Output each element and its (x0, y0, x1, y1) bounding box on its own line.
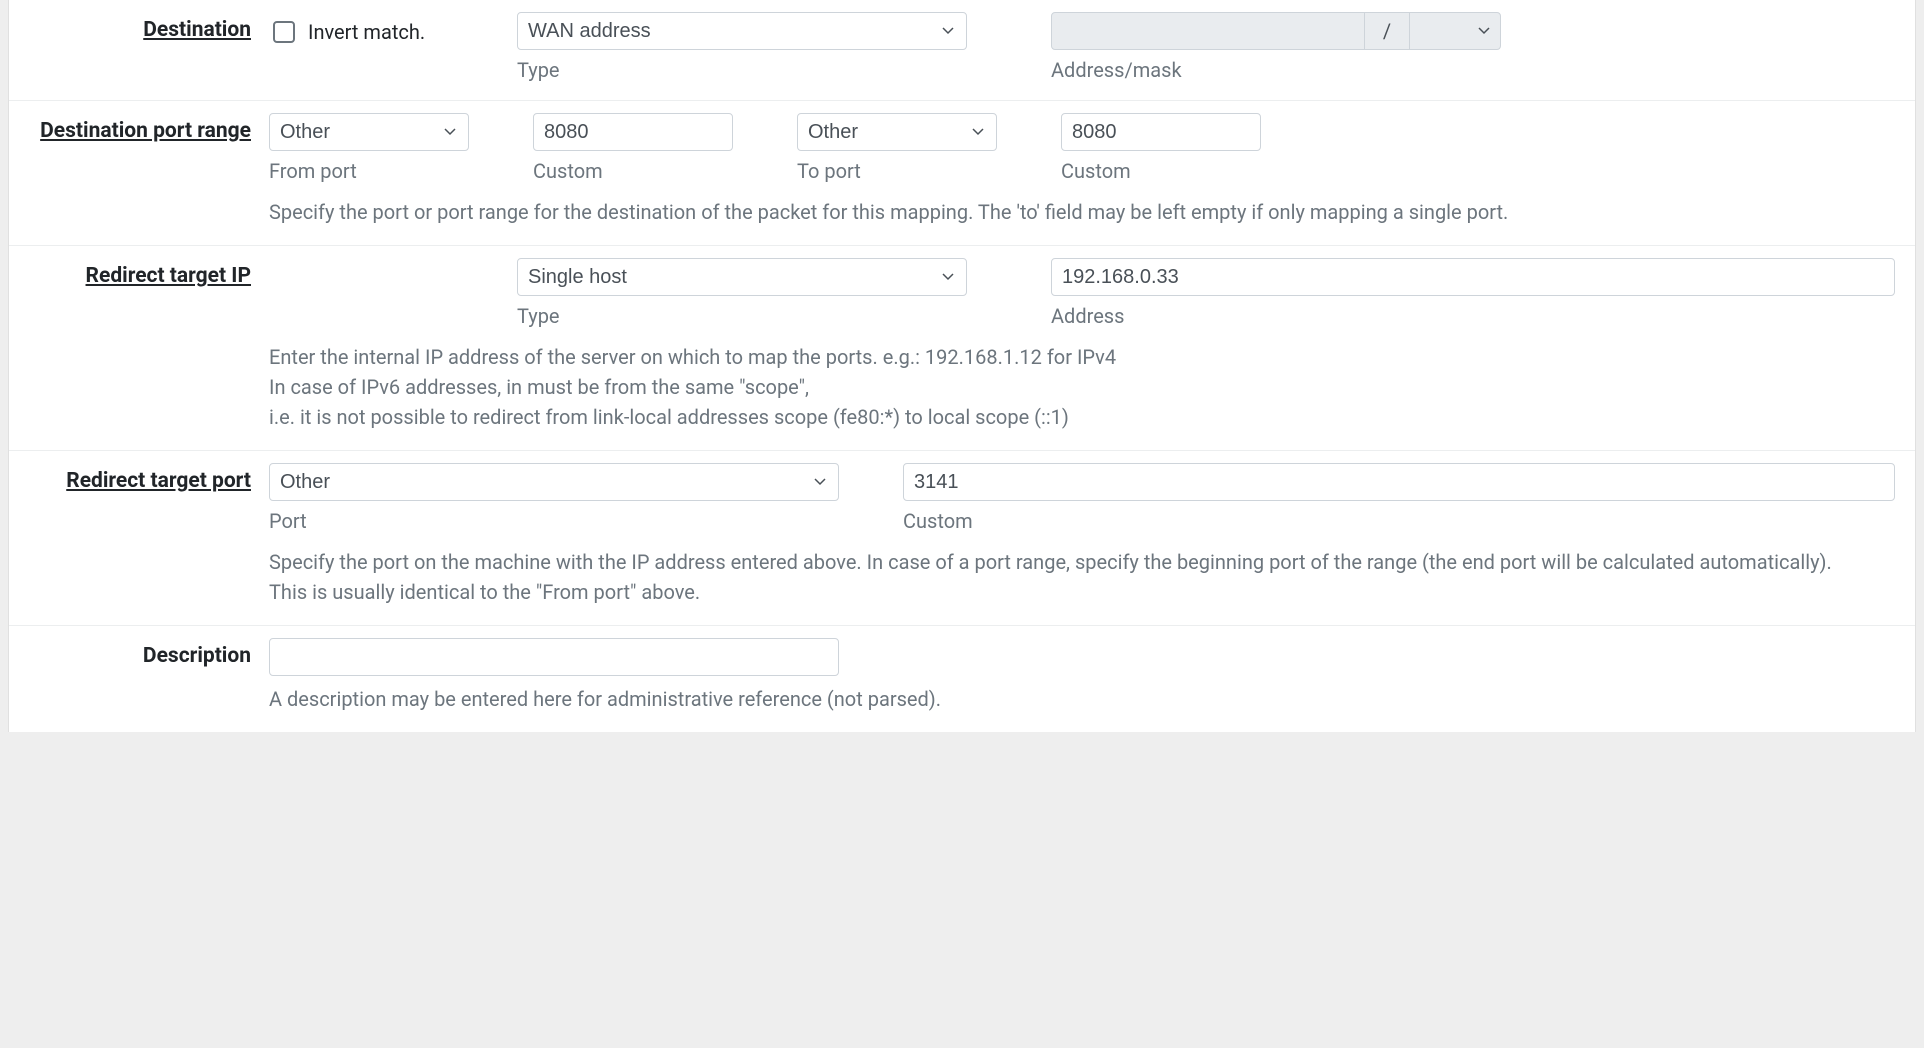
row-redirect-target-port: Redirect target port Other Port Custom S… (9, 450, 1915, 625)
dest-to-custom-input[interactable] (1061, 113, 1261, 151)
destination-invert-checkbox[interactable] (273, 21, 295, 43)
dest-port-range-help: Specify the port or port range for the d… (269, 197, 1895, 227)
redirect-ip-address-sublabel: Address (1051, 304, 1895, 328)
row-redirect-target-ip: Redirect target IP Single host Type Addr… (9, 245, 1915, 450)
destination-mask-select-disabled (1410, 13, 1500, 49)
redirect-port-custom-input[interactable] (903, 463, 1895, 501)
row-destination-port-range: Destination port range Other From port C… (9, 100, 1915, 245)
dest-to-port-select[interactable]: Other (797, 113, 997, 151)
dest-from-port-select[interactable]: Other (269, 113, 469, 151)
destination-mask-slash: / (1364, 13, 1410, 49)
dest-from-custom-input[interactable] (533, 113, 733, 151)
redirect-port-custom-sublabel: Custom (903, 509, 1895, 533)
label-redirect-target-port: Redirect target port (9, 463, 269, 493)
dest-from-port-sublabel: From port (269, 159, 469, 183)
dest-from-custom-sublabel: Custom (533, 159, 733, 183)
label-redirect-target-ip: Redirect target IP (9, 258, 269, 288)
redirect-ip-type-select[interactable]: Single host (517, 258, 967, 296)
dest-to-custom-sublabel: Custom (1061, 159, 1261, 183)
redirect-port-select[interactable]: Other (269, 463, 839, 501)
destination-invert-label: Invert match. (308, 20, 425, 44)
destination-address-mask-group: / (1051, 12, 1501, 50)
redirect-port-sublabel: Port (269, 509, 839, 533)
redirect-ip-address-input[interactable] (1051, 258, 1895, 296)
row-description: Description A description may be entered… (9, 625, 1915, 732)
description-help: A description may be entered here for ad… (269, 684, 1895, 714)
destination-type-select[interactable]: WAN address (517, 12, 967, 50)
destination-address-input-disabled (1052, 13, 1364, 49)
destination-type-sublabel: Type (517, 58, 967, 82)
redirect-port-help: Specify the port on the machine with the… (269, 547, 1895, 607)
description-input[interactable] (269, 638, 839, 676)
destination-address-sublabel: Address/mask (1051, 58, 1501, 82)
nat-rule-form: Destination Invert match. WAN address Ty… (8, 0, 1916, 732)
label-description: Description (9, 638, 269, 668)
redirect-ip-help: Enter the internal IP address of the ser… (269, 342, 1895, 432)
dest-to-port-sublabel: To port (797, 159, 997, 183)
redirect-ip-type-sublabel: Type (517, 304, 967, 328)
label-destination: Destination (9, 12, 269, 42)
label-destination-port-range: Destination port range (9, 113, 269, 143)
destination-invert-checkbox-wrap: Invert match. (269, 12, 499, 46)
row-destination: Destination Invert match. WAN address Ty… (9, 0, 1915, 100)
